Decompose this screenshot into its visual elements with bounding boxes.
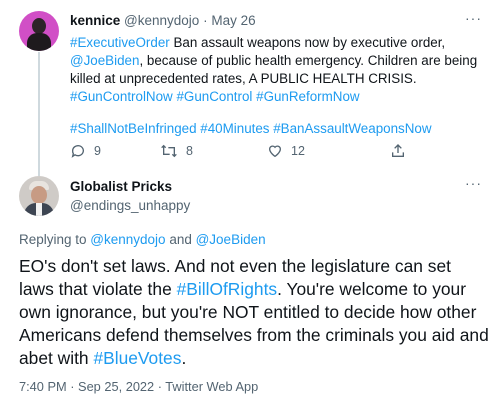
avatar[interactable]	[19, 11, 59, 51]
replying-prefix: Replying to	[19, 232, 91, 247]
tweet-text-segment: .	[181, 348, 187, 368]
author-handle[interactable]: @endings_unhappy	[70, 198, 190, 213]
avatar-face	[31, 186, 47, 204]
mention-link[interactable]: @JoeBiden	[196, 232, 266, 247]
hashtag-link[interactable]: #ExecutiveOrder	[70, 35, 170, 50]
tweet-header: kennice @kennydojo · May 26	[70, 13, 256, 28]
author-name[interactable]: kennice	[70, 13, 120, 28]
tweet-text-segment: Ban assault weapons now by executive ord…	[169, 35, 446, 50]
tweet-text: #ExecutiveOrder Ban assault weapons now …	[70, 34, 490, 106]
hashtag-link[interactable]: #GunReformNow	[256, 89, 359, 104]
reply-count: 9	[94, 144, 101, 158]
tweet-date[interactable]: May 26	[211, 13, 255, 28]
tweet-hashtags[interactable]: #ShallNotBeInfringed #40Minutes #BanAssa…	[70, 120, 490, 138]
author-name[interactable]: Globalist Pricks	[70, 179, 172, 194]
avatar-face	[32, 18, 46, 34]
like-button[interactable]: 12	[267, 143, 305, 159]
retweet-icon	[160, 143, 178, 159]
avatar-shirt	[36, 203, 42, 216]
avatar-body	[27, 33, 51, 51]
dot-separator: ·	[203, 13, 208, 28]
tweet-timestamp[interactable]: 7:40 PM · Sep 25, 2022 · Twitter Web App	[19, 379, 258, 394]
replying-and: and	[165, 232, 196, 247]
hashtag-link[interactable]: #GunControl	[176, 89, 252, 104]
tweet-text: EO's don't set laws. And not even the le…	[19, 255, 489, 370]
parent-tweet[interactable]: kennice @kennydojo · May 26 ··· #Executi…	[0, 0, 500, 176]
reply-icon	[70, 143, 86, 159]
mention-link[interactable]: @kennydojo	[90, 232, 165, 247]
share-icon	[390, 143, 406, 159]
like-count: 12	[291, 144, 305, 158]
more-icon[interactable]: ···	[465, 175, 482, 191]
more-icon[interactable]: ···	[465, 10, 482, 26]
hashtag-link[interactable]: #BillOfRights	[177, 279, 278, 299]
hashtag-link[interactable]: #BlueVotes	[93, 348, 181, 368]
hashtag-link[interactable]: #GunControlNow	[70, 89, 173, 104]
retweet-button[interactable]: 8	[160, 143, 193, 159]
tweet-actions: 9 8 12	[70, 143, 410, 163]
share-button[interactable]	[390, 143, 406, 159]
reply-button[interactable]: 9	[70, 143, 101, 159]
replying-to: Replying to @kennydojo and @JoeBiden	[19, 232, 266, 247]
mention-link[interactable]: @JoeBiden	[70, 53, 139, 68]
retweet-count: 8	[186, 144, 193, 158]
author-handle[interactable]: @kennydojo	[124, 13, 199, 28]
avatar[interactable]	[19, 176, 59, 216]
heart-icon	[267, 143, 283, 159]
thread-line	[38, 52, 40, 176]
